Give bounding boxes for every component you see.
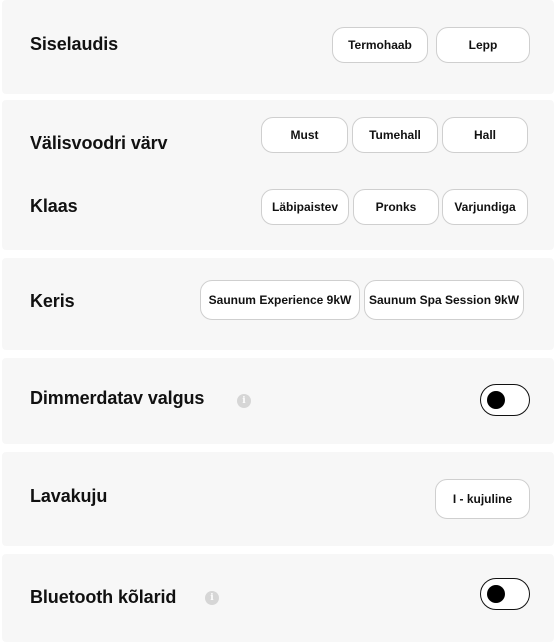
section-label: Siselaudis <box>30 34 119 54</box>
dimmer-toggle[interactable] <box>480 384 530 416</box>
section-label: Dimmerdatav valgus <box>30 388 205 408</box>
section-valisvoodri-klaas: Välisvoodri värv Must Tumehall Hall Klaa… <box>2 100 554 250</box>
option-pronks[interactable]: Pronks <box>353 189 439 225</box>
section-label: Klaas <box>30 196 78 216</box>
info-icon[interactable]: i <box>237 394 251 408</box>
toggle-knob <box>487 391 505 409</box>
section-siselaudis: Siselaudis Termohaab Lepp <box>2 0 554 94</box>
option-saunum-experience[interactable]: Saunum Experience 9kW <box>200 280 360 320</box>
option-termohaab[interactable]: Termohaab <box>332 27 428 63</box>
option-tumehall[interactable]: Tumehall <box>352 117 438 153</box>
option-saunum-spa-session[interactable]: Saunum Spa Session 9kW <box>364 280 524 320</box>
option-must[interactable]: Must <box>261 117 348 153</box>
section-dimmer: Dimmerdatav valgus i <box>2 358 554 444</box>
bluetooth-toggle[interactable] <box>480 578 530 610</box>
section-label: Lavakuju <box>30 486 108 506</box>
section-label: Keris <box>30 291 75 311</box>
section-label: Välisvoodri värv <box>30 133 168 153</box>
option-varjundiga[interactable]: Varjundiga <box>442 189 528 225</box>
option-lepp[interactable]: Lepp <box>436 27 530 63</box>
section-label: Bluetooth kõlarid <box>30 587 177 607</box>
option-i-kujuline[interactable]: I - kujuline <box>435 479 530 519</box>
option-hall[interactable]: Hall <box>442 117 528 153</box>
info-icon[interactable]: i <box>205 591 219 605</box>
section-lavakuju: Lavakuju I - kujuline <box>2 452 554 546</box>
toggle-knob <box>487 585 505 603</box>
section-bluetooth: Bluetooth kõlarid i <box>2 554 554 642</box>
section-keris: Keris Saunum Experience 9kW Saunum Spa S… <box>2 258 554 350</box>
option-labipaistev[interactable]: Läbipaistev <box>261 189 349 225</box>
